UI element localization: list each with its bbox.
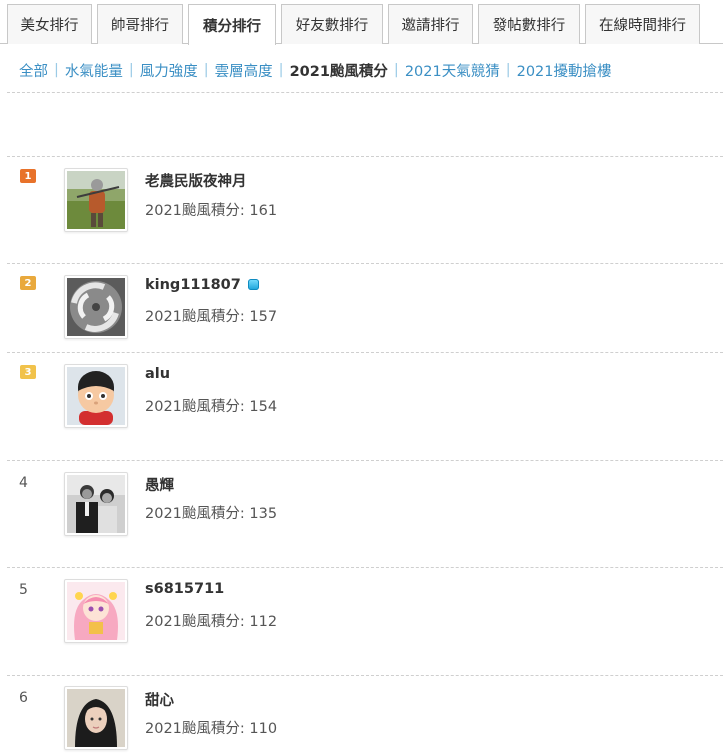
subnav-separator: | [278, 62, 284, 78]
subnav-separator: | [203, 62, 209, 78]
subnav-separator: | [393, 62, 399, 78]
divider [7, 460, 723, 461]
subnav-2021-disturbance-floor[interactable]: 2021擾動搶樓 [517, 60, 612, 81]
score-text: 2021颱風積分: 154 [145, 399, 278, 415]
avatar-farmer-photo [67, 171, 125, 229]
subnav-separator: | [505, 62, 511, 78]
subnav-wind-strength[interactable]: 風力強度 [140, 60, 198, 81]
score-text: 2021颱風積分: 112 [145, 614, 278, 630]
avatar-cartoon-boy [67, 367, 125, 425]
divider [7, 92, 723, 93]
subnav-separator: | [128, 62, 134, 78]
subnav-all[interactable]: 全部 [19, 60, 48, 81]
tab-handsome-ranking[interactable]: 帥哥排行 [97, 4, 183, 44]
score-text: 2021颱風積分: 110 [145, 721, 278, 737]
avatar-anime-girl [67, 582, 125, 640]
username-link[interactable]: 愚輝 [145, 474, 174, 495]
divider [7, 263, 723, 264]
rank-badge-bronze: 3 [20, 365, 36, 379]
score-text: 2021颱風積分: 135 [145, 506, 278, 522]
score-text: 2021颱風積分: 161 [145, 203, 278, 219]
rank-number: 6 [19, 690, 28, 706]
rank-badge-silver: 2 [20, 276, 36, 290]
tab-beauty-ranking[interactable]: 美女排行 [7, 4, 92, 44]
divider [7, 156, 723, 157]
divider [7, 675, 723, 676]
subnav-separator: | [54, 62, 59, 78]
divider [7, 567, 723, 568]
tab-online-time-ranking[interactable]: 在線時間排行 [585, 4, 700, 44]
avatar[interactable] [64, 579, 128, 643]
tab-friends-ranking[interactable]: 好友數排行 [281, 4, 383, 44]
tab-invite-ranking[interactable]: 邀請排行 [388, 4, 473, 44]
subnav-water-vapor[interactable]: 水氣能量 [65, 60, 123, 81]
username-link[interactable]: king111807 [145, 277, 259, 293]
rank-number: 5 [19, 582, 28, 598]
username-link[interactable]: s6815711 [145, 581, 224, 597]
tab-posts-ranking[interactable]: 發帖數排行 [478, 4, 580, 44]
subnav-cloud-height[interactable]: 雲層高度 [215, 60, 273, 81]
avatar[interactable] [64, 168, 128, 232]
username-text: king111807 [145, 277, 241, 293]
score-text: 2021颱風積分: 157 [145, 309, 278, 325]
tab-points-ranking[interactable]: 積分排行 [188, 4, 276, 45]
avatar-bw-couple-photo [67, 475, 125, 533]
subnav-2021-typhoon-points[interactable]: 2021颱風積分 [290, 60, 388, 81]
subnav-2021-weather-quiz[interactable]: 2021天氣競猜 [405, 60, 500, 81]
avatar[interactable] [64, 686, 128, 750]
username-link[interactable]: 老農民版夜神月 [145, 170, 247, 191]
username-link[interactable]: alu [145, 366, 170, 382]
divider [7, 352, 723, 353]
avatar[interactable] [64, 275, 128, 339]
rank-number: 4 [19, 475, 28, 491]
points-subnav: 全部 | 水氣能量 | 風力強度 | 雲層高度 | 2021颱風積分 | 202… [19, 60, 612, 80]
avatar[interactable] [64, 364, 128, 428]
ranking-tabs: 美女排行 帥哥排行 積分排行 好友數排行 邀請排行 發帖數排行 在線時間排行 [0, 0, 723, 45]
vip-icon [247, 279, 259, 290]
avatar-girl-photo [67, 689, 125, 747]
avatar[interactable] [64, 472, 128, 536]
avatar-typhoon-satellite [67, 278, 125, 336]
rank-badge-gold: 1 [20, 169, 36, 183]
username-link[interactable]: 甜心 [145, 689, 174, 710]
